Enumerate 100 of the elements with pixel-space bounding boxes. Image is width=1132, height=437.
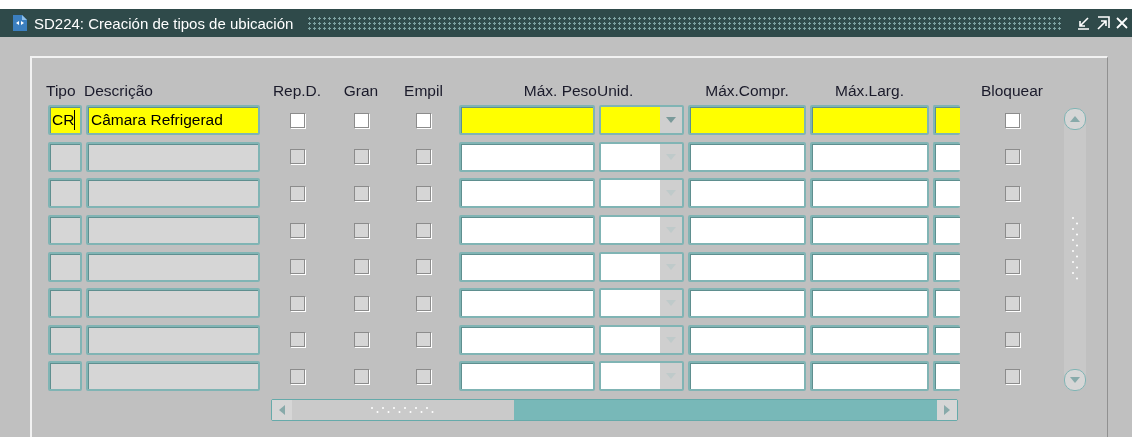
- checkbox[interactable]: [416, 222, 431, 238]
- description-field[interactable]: [86, 141, 260, 172]
- length-field[interactable]: [688, 215, 806, 246]
- weight-field[interactable]: [459, 361, 595, 392]
- horizontal-scrollbar[interactable]: [271, 398, 958, 421]
- checkbox[interactable]: [416, 186, 431, 201]
- width-field[interactable]: [810, 105, 929, 136]
- description-field[interactable]: [86, 288, 260, 319]
- checkbox[interactable]: [1004, 112, 1020, 128]
- caret-icon: [665, 116, 677, 125]
- checkbox[interactable]: [1004, 222, 1020, 238]
- vertical-scrollbar[interactable]: [1064, 108, 1086, 391]
- tipo-field[interactable]: [48, 288, 82, 319]
- width-field[interactable]: [810, 141, 929, 172]
- unit-dropdown[interactable]: [599, 251, 684, 282]
- tipo-field[interactable]: CR: [48, 105, 82, 136]
- checkbox[interactable]: [289, 368, 305, 384]
- width-field[interactable]: [810, 288, 929, 319]
- width-field[interactable]: [810, 251, 929, 282]
- unit-dropdown[interactable]: [599, 361, 684, 392]
- unit-dropdown[interactable]: [599, 288, 684, 319]
- width-field[interactable]: [810, 324, 929, 355]
- length-field[interactable]: [688, 105, 806, 136]
- description-field[interactable]: [86, 178, 260, 209]
- length-field[interactable]: [688, 361, 806, 392]
- column-header: Máx.Larg.: [835, 82, 904, 101]
- description-field[interactable]: [86, 215, 260, 246]
- checkbox[interactable]: [289, 112, 305, 128]
- checkbox[interactable]: [353, 259, 369, 275]
- width-field[interactable]: [810, 215, 929, 246]
- text-cursor: [74, 110, 76, 131]
- checkbox[interactable]: [416, 259, 431, 275]
- checkbox[interactable]: [416, 295, 431, 311]
- description-field[interactable]: [86, 251, 260, 282]
- checkbox[interactable]: [353, 149, 369, 165]
- checkbox[interactable]: [416, 149, 431, 165]
- unit-dropdown[interactable]: [599, 215, 684, 246]
- input-field[interactable]: [933, 178, 960, 209]
- checkbox[interactable]: [1004, 186, 1020, 201]
- checkbox[interactable]: [416, 332, 431, 348]
- checkbox[interactable]: [353, 332, 369, 348]
- checkbox[interactable]: [353, 368, 369, 384]
- input-field[interactable]: [933, 141, 960, 172]
- input-field[interactable]: [933, 361, 960, 392]
- weight-field[interactable]: [459, 141, 595, 172]
- description-field[interactable]: [86, 324, 260, 355]
- checkbox[interactable]: [353, 112, 369, 128]
- column-header: Gran: [343, 82, 379, 101]
- weight-field[interactable]: [459, 251, 595, 282]
- checkbox[interactable]: [1004, 149, 1020, 165]
- description-field[interactable]: [86, 361, 260, 392]
- column-header: Empil: [404, 82, 443, 101]
- input-field[interactable]: [933, 288, 960, 319]
- tipo-field[interactable]: [48, 178, 82, 209]
- checkbox[interactable]: [416, 368, 431, 384]
- checkbox[interactable]: [289, 259, 305, 275]
- checkbox[interactable]: [289, 222, 305, 238]
- input-field[interactable]: [933, 105, 960, 136]
- checkbox[interactable]: [289, 186, 305, 201]
- tipo-field[interactable]: [48, 361, 82, 392]
- weight-field[interactable]: [459, 105, 595, 136]
- weight-field[interactable]: [459, 324, 595, 355]
- width-field[interactable]: [810, 178, 929, 209]
- weight-field[interactable]: [459, 215, 595, 246]
- checkbox[interactable]: [1004, 368, 1020, 384]
- unit-dropdown[interactable]: [599, 105, 684, 136]
- width-field[interactable]: [810, 361, 929, 392]
- checkbox[interactable]: [353, 186, 369, 201]
- checkbox[interactable]: [1004, 295, 1020, 311]
- weight-field[interactable]: [459, 178, 595, 209]
- close-icon[interactable]: [1116, 16, 1128, 30]
- checkbox[interactable]: [289, 332, 305, 348]
- minimize-icon[interactable]: [1076, 16, 1090, 30]
- length-field[interactable]: [688, 251, 806, 282]
- checkbox[interactable]: [1004, 259, 1020, 275]
- length-field[interactable]: [688, 178, 806, 209]
- unit-dropdown[interactable]: [599, 141, 684, 172]
- checkbox[interactable]: [353, 222, 369, 238]
- checkbox[interactable]: [1004, 332, 1020, 348]
- checkbox[interactable]: [289, 149, 305, 165]
- tipo-field[interactable]: [48, 215, 82, 246]
- column-header: Bloquear: [980, 82, 1043, 101]
- maximize-icon[interactable]: [1096, 16, 1110, 30]
- input-field[interactable]: [933, 215, 960, 246]
- tipo-field[interactable]: [48, 324, 82, 355]
- length-field[interactable]: [688, 324, 806, 355]
- column-header: Máx. Peso: [523, 82, 597, 101]
- weight-field[interactable]: [459, 288, 595, 319]
- input-field[interactable]: [933, 324, 960, 355]
- checkbox[interactable]: [353, 295, 369, 311]
- tipo-field[interactable]: [48, 141, 82, 172]
- checkbox[interactable]: [416, 112, 431, 128]
- description-field[interactable]: Câmara Refrigerad: [86, 105, 260, 136]
- unit-dropdown[interactable]: [599, 178, 684, 209]
- unit-dropdown[interactable]: [599, 324, 684, 355]
- checkbox[interactable]: [289, 295, 305, 311]
- input-field[interactable]: [933, 251, 960, 282]
- length-field[interactable]: [688, 288, 806, 319]
- length-field[interactable]: [688, 141, 806, 172]
- tipo-field[interactable]: [48, 251, 82, 282]
